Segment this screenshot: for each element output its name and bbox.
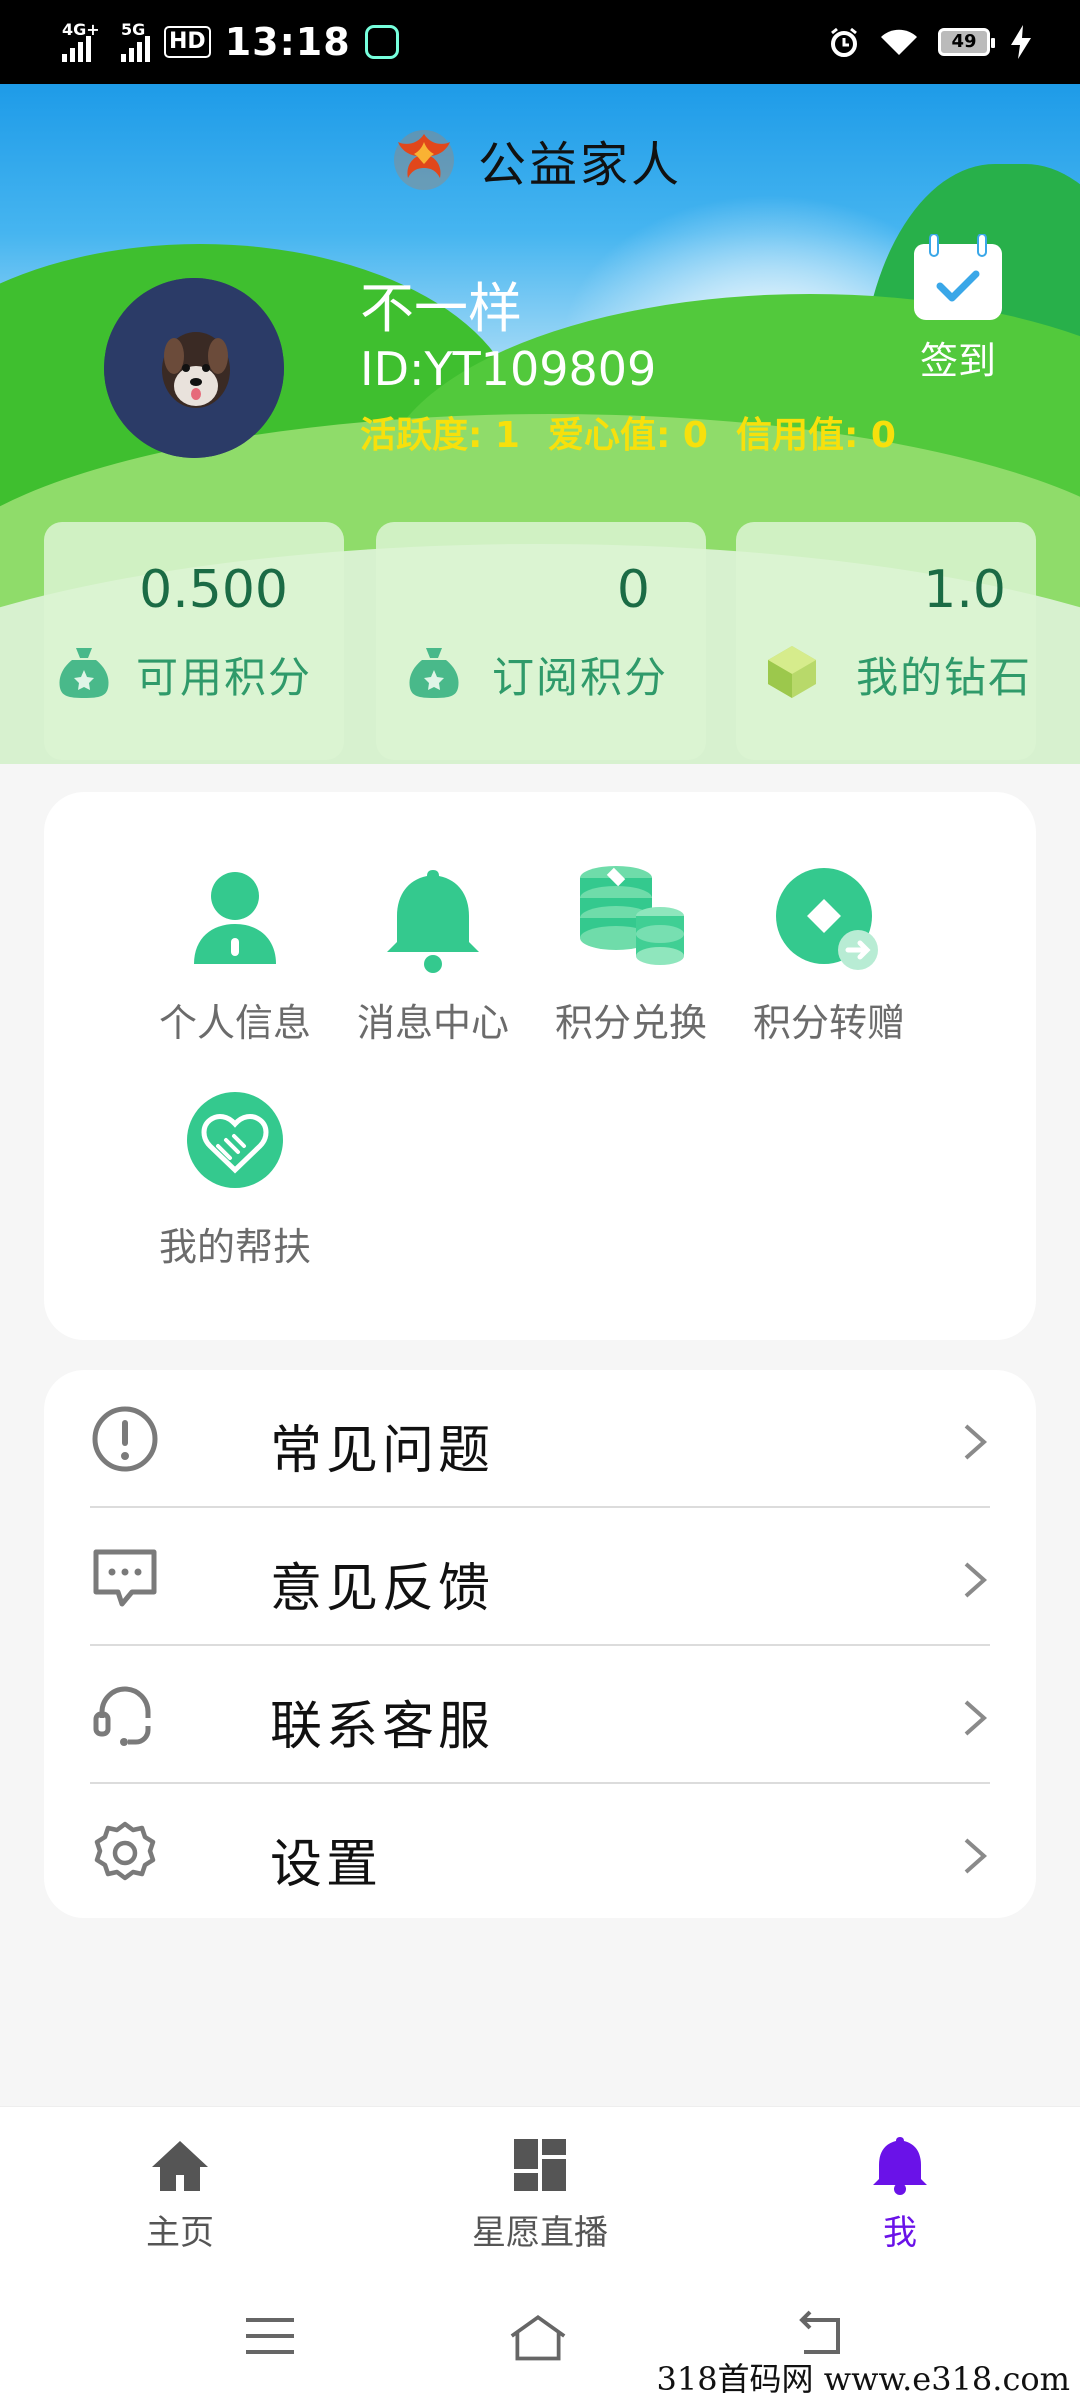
feature-label: 我的帮扶 — [158, 1225, 311, 1269]
chat-bubble-icon — [93, 1549, 157, 1607]
menu-item-settings[interactable]: 设置 — [90, 1784, 990, 1922]
dashboard-icon — [514, 2139, 566, 2191]
signal-5g-icon: 5G — [121, 20, 150, 62]
hd-voice-badge: HD — [164, 26, 211, 58]
diamond-card[interactable]: 1.0 我的钻石 — [736, 522, 1036, 760]
clock: 13:18 — [224, 20, 351, 64]
settings-menu: 常见问题 意见反馈 联系客服 设置 — [44, 1370, 1036, 1918]
tab-label: 主页 — [146, 2213, 214, 2253]
card-value: 1.0 — [923, 560, 1006, 620]
user-id: ID:YT109809 — [360, 342, 657, 396]
tab-home[interactable]: 主页 — [80, 2135, 280, 2254]
feature-label: 积分兑换 — [554, 1001, 707, 1045]
feature-label: 消息中心 — [356, 1001, 509, 1045]
chevron-right-icon — [964, 1424, 988, 1460]
signal-4g-icon: 4G+ — [62, 20, 100, 62]
alarm-icon — [831, 27, 857, 57]
menu-label: 联系客服 — [270, 1697, 495, 1757]
battery-icon: 49 — [938, 28, 995, 56]
card-label: 可用积分 — [136, 653, 313, 702]
feature-message-center[interactable]: 消息中心 — [338, 864, 528, 1047]
tab-live[interactable]: 星愿直播 — [440, 2135, 640, 2254]
home-icon — [152, 2141, 208, 2191]
transfer-icon — [776, 868, 878, 970]
menu-item-feedback[interactable]: 意见反馈 — [90, 1508, 990, 1646]
feature-label: 个人信息 — [158, 1001, 311, 1045]
dog-photo — [104, 278, 284, 458]
charging-icon — [1011, 25, 1031, 59]
menu-item-customer-service[interactable]: 联系客服 — [90, 1646, 990, 1784]
menu-item-faq[interactable]: 常见问题 — [90, 1370, 990, 1508]
bell-icon — [387, 870, 479, 973]
handshake-heart-icon — [187, 1092, 283, 1188]
card-value: 0 — [616, 560, 650, 620]
system-navigation-bar: 318首码网 www.e318.com — [0, 2276, 1080, 2400]
activity-stat: 活跃度: 1 — [360, 415, 520, 456]
money-bag-icon — [59, 648, 109, 698]
feature-panel: 个人信息 消息中心 积分兑换 积分转赠 我的帮扶 — [44, 792, 1036, 1340]
checkin-label: 签到 — [919, 339, 996, 383]
feature-personal-info[interactable]: 个人信息 — [140, 864, 330, 1047]
bell-icon — [873, 2137, 927, 2195]
subscription-points-card[interactable]: 0 订阅积分 — [376, 522, 706, 760]
calendar-check-icon — [914, 233, 1002, 320]
love-stat: 爱心值: 0 — [547, 415, 708, 456]
gem-icon — [768, 646, 816, 698]
chevron-right-icon — [964, 1838, 988, 1874]
headset-icon — [93, 1686, 151, 1746]
credit-stat: 信用值: 0 — [735, 415, 896, 456]
card-value: 0.500 — [139, 560, 288, 620]
card-label: 订阅积分 — [492, 653, 669, 702]
coin-stack-icon — [580, 866, 684, 965]
menu-label: 意见反馈 — [270, 1559, 495, 1619]
person-icon — [194, 872, 276, 964]
menu-label: 设置 — [270, 1835, 383, 1895]
app-brand: 公益家人 — [388, 122, 682, 198]
feature-my-assistance[interactable]: 我的帮扶 — [140, 1088, 330, 1271]
feature-points-transfer[interactable]: 积分转赠 — [734, 864, 924, 1047]
available-points-card[interactable]: 0.500 可用积分 — [44, 522, 344, 760]
app-title: 公益家人 — [478, 137, 683, 193]
notification-app-icon — [364, 25, 399, 59]
gear-icon — [94, 1821, 156, 1881]
menu-icon[interactable] — [240, 2306, 300, 2366]
phoenix-logo-icon — [394, 130, 454, 190]
tab-me[interactable]: 我 — [800, 2135, 1000, 2254]
watermark: 318首码网 www.e318.com — [652, 2354, 1074, 2400]
username: 不一样 — [360, 277, 522, 340]
tab-label: 我 — [883, 2213, 917, 2253]
bottom-nav: 主页 星愿直播 我 — [0, 2106, 1080, 2276]
checkin-button[interactable]: 签到 — [908, 233, 1008, 385]
info-circle-icon — [92, 1406, 158, 1472]
tab-label: 星愿直播 — [472, 2213, 608, 2253]
money-bag-icon — [409, 648, 459, 698]
menu-label: 常见问题 — [270, 1421, 495, 1481]
wifi-icon — [881, 29, 917, 55]
card-label: 我的钻石 — [856, 653, 1033, 702]
avatar[interactable] — [104, 278, 284, 458]
feature-label: 积分转赠 — [752, 1001, 905, 1045]
home-gesture-icon[interactable] — [508, 2306, 568, 2366]
chevron-right-icon — [964, 1700, 988, 1736]
chevron-right-icon — [964, 1562, 988, 1598]
status-bar: 4G+ 5G HD 13:18 49 — [0, 0, 1080, 84]
user-stats: 活跃度: 1 爱心值: 0 信用值: 0 — [360, 406, 896, 458]
feature-points-exchange[interactable]: 积分兑换 — [536, 864, 726, 1047]
score-cards: 0.500 可用积分 0 订阅积分 1.0 我的钻石 — [44, 522, 1036, 760]
